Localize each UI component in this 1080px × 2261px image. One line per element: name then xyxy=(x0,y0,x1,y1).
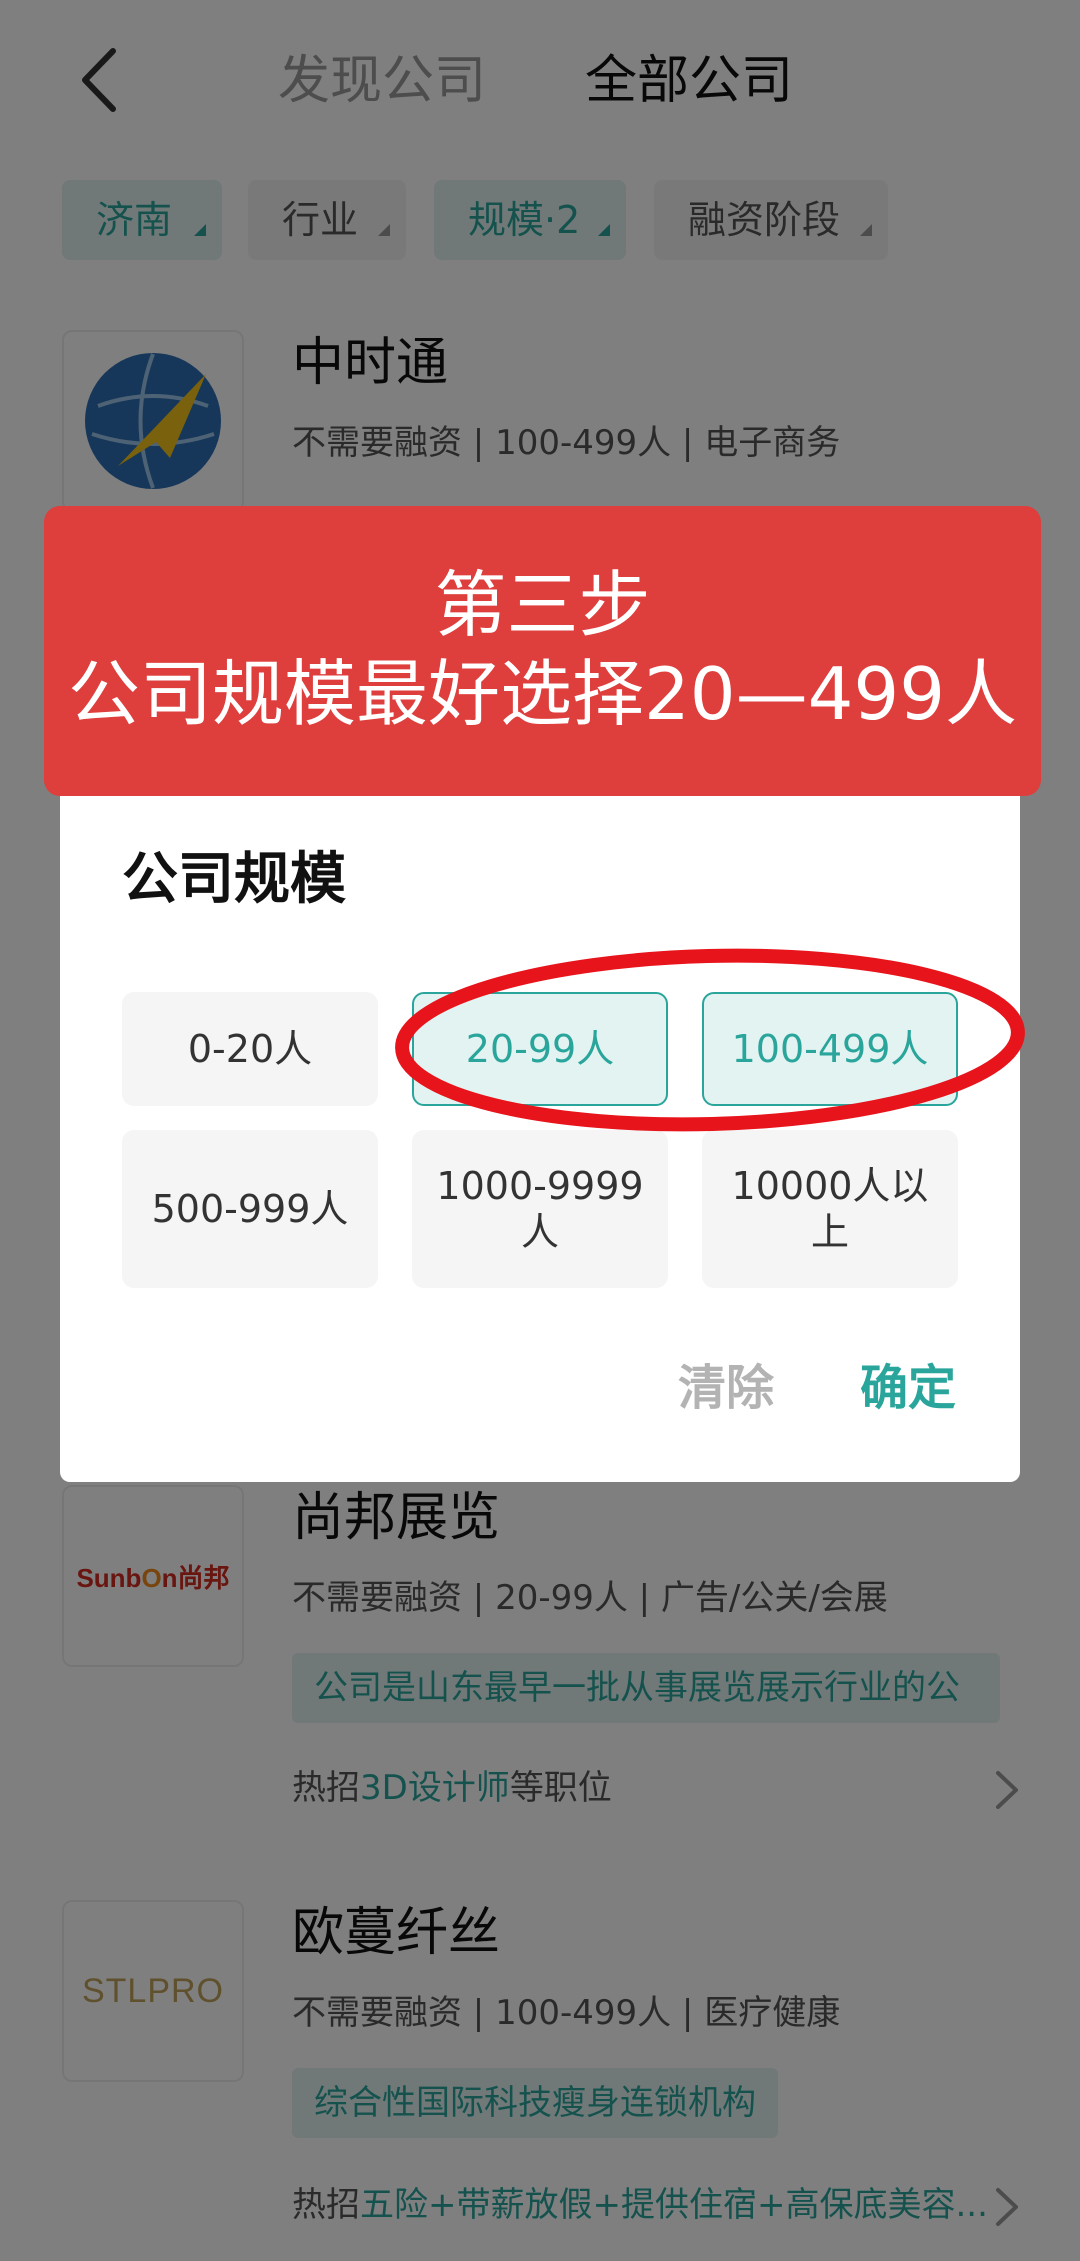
scale-option-1000-9999[interactable]: 1000-9999 人 xyxy=(412,1130,668,1288)
scale-option-0-20[interactable]: 0-20人 xyxy=(122,992,378,1106)
instruction-banner: 第三步 公司规模最好选择20—499人 xyxy=(44,506,1041,796)
red-circle-annotation xyxy=(395,948,1025,1132)
scale-option-500-999[interactable]: 500-999人 xyxy=(122,1130,378,1288)
banner-hint: 公司规模最好选择20—499人 xyxy=(67,652,1018,736)
scale-option-10000-plus[interactable]: 10000人以 上 xyxy=(702,1130,958,1288)
confirm-button[interactable]: 确定 xyxy=(860,1356,956,1420)
dialog-title: 公司规模 xyxy=(122,847,346,912)
clear-button[interactable]: 清除 xyxy=(678,1356,774,1420)
banner-step: 第三步 xyxy=(434,563,651,647)
